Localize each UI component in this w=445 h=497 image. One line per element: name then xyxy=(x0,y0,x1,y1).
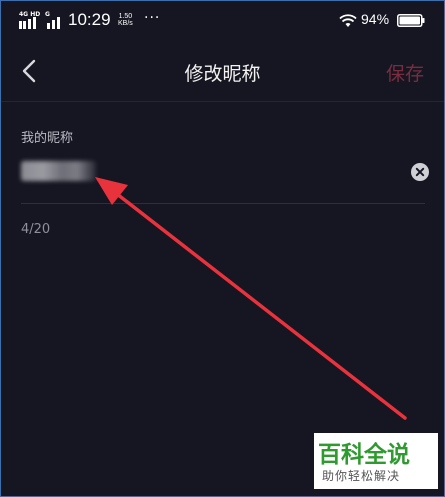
battery-icon xyxy=(397,14,425,27)
clear-input-icon[interactable] xyxy=(411,163,429,181)
header-divider xyxy=(1,101,444,102)
status-bar: 4G HD G 10:29 1.50 KB/s ··· 94% xyxy=(1,1,444,41)
watermark-title: 百科全说 xyxy=(318,442,410,468)
nav-header: 修改昵称 保存 xyxy=(1,41,444,101)
speed-value: 1.50 xyxy=(118,13,133,20)
nickname-input[interactable] xyxy=(21,151,433,195)
blurred-nickname-value xyxy=(21,161,96,181)
battery-percent: 94% xyxy=(361,11,390,27)
watermark-subtitle: 助你轻松解决 xyxy=(322,469,401,483)
input-underline xyxy=(21,203,425,204)
nickname-label: 我的昵称 xyxy=(21,131,74,146)
more-notifications-icon: ··· xyxy=(144,10,161,26)
wifi-icon xyxy=(339,14,357,27)
character-counter: 4/20 xyxy=(21,222,51,237)
watermark-logo: 百科全说 助你轻松解决 xyxy=(314,433,438,489)
page-title: 修改昵称 xyxy=(184,63,261,85)
save-button[interactable]: 保存 xyxy=(386,59,424,86)
network-speed: 1.50 KB/s xyxy=(118,13,133,27)
speed-unit: KB/s xyxy=(118,20,133,27)
clock: 10:29 xyxy=(68,10,111,29)
signal-icon xyxy=(19,17,60,29)
app-screen: 4G HD G 10:29 1.50 KB/s ··· 94% 修改昵称 保存 … xyxy=(0,0,445,497)
